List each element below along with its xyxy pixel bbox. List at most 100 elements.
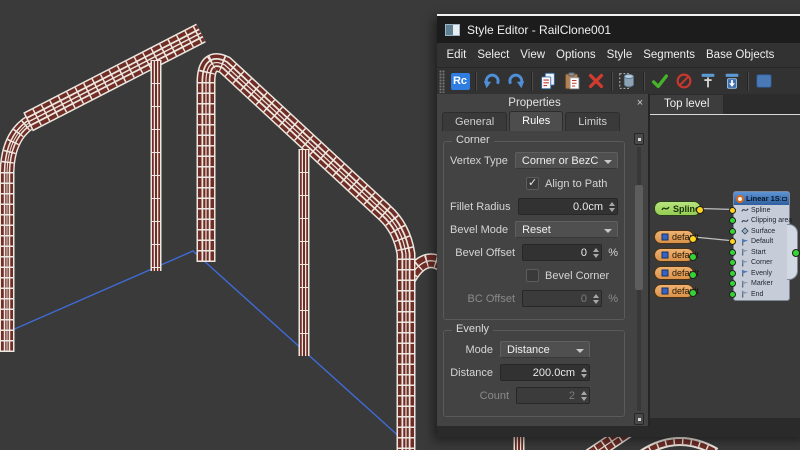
scroll-down-button[interactable] — [634, 413, 644, 425]
toolbar-grip[interactable] — [439, 70, 445, 93]
input-port[interactable] — [729, 207, 736, 214]
output-port[interactable] — [689, 253, 697, 261]
menu-options[interactable]: Options — [551, 45, 602, 65]
undo-button[interactable] — [480, 70, 504, 93]
input-row-end[interactable]: End — [734, 289, 789, 300]
menu-style[interactable]: Style — [601, 45, 638, 65]
input-row-evenly[interactable]: Evenly — [734, 268, 789, 279]
input-port[interactable] — [729, 291, 736, 298]
base-spline-path — [10, 251, 403, 440]
output-port[interactable] — [689, 235, 697, 243]
collapse-icon[interactable] — [782, 197, 787, 201]
style-editor-window: Style Editor - RailClone001 Edit Select … — [437, 14, 800, 437]
toolbar: Rc — [437, 67, 800, 94]
linear-node-header[interactable]: Linear 1S1 — [734, 192, 789, 205]
output-port[interactable] — [689, 289, 697, 297]
input-row-start[interactable]: Start — [734, 247, 789, 258]
node-linear-generator[interactable]: Linear 1S1 Spline — [733, 191, 790, 301]
bevel-mode-dropdown[interactable]: Reset — [515, 221, 618, 238]
properties-scrollbar[interactable] — [634, 133, 644, 425]
input-port[interactable] — [729, 228, 736, 235]
input-port[interactable] — [729, 259, 736, 266]
input-row-clipping-area[interactable]: Clipping area — [734, 216, 789, 227]
fillet-radius-field[interactable]: 0.0cm — [518, 198, 618, 215]
redo-button[interactable] — [504, 70, 528, 93]
menu-edit[interactable]: Edit — [441, 45, 472, 65]
close-icon[interactable]: × — [632, 97, 648, 109]
tab-limits[interactable]: Limits — [565, 112, 620, 131]
bc-offset-field: 0 — [522, 290, 602, 307]
spinner-arrows — [590, 291, 601, 306]
spinner-arrows[interactable] — [606, 199, 617, 214]
pick-object-button[interactable] — [616, 70, 640, 93]
bevel-corner-checkbox[interactable] — [526, 269, 539, 282]
input-row-surface[interactable]: Surface — [734, 226, 789, 237]
copy-button[interactable] — [536, 70, 560, 93]
input-port[interactable] — [729, 249, 736, 256]
input-row-spline[interactable]: Spline — [734, 205, 789, 216]
bevel-offset-unit: % — [602, 247, 618, 259]
wireframe-left-post — [7, 119, 36, 352]
input-port[interactable] — [729, 217, 736, 224]
input-port[interactable] — [729, 270, 736, 277]
corner-group-label: Corner — [452, 134, 494, 146]
bevel-offset-field[interactable]: 0 — [522, 244, 602, 261]
tab-top-level[interactable]: Top level — [650, 95, 723, 114]
send-to-top-button[interactable] — [696, 70, 720, 93]
input-row-marker[interactable]: Marker — [734, 279, 789, 290]
spinner-arrows — [578, 388, 589, 403]
input-row-corner[interactable]: Corner — [734, 258, 789, 269]
node-default-4[interactable]: default — [654, 284, 694, 298]
node-default-1[interactable]: default — [654, 230, 694, 244]
spinner-arrows[interactable] — [590, 245, 601, 260]
align-to-path-checkbox[interactable] — [526, 177, 539, 190]
scrollbar-thumb[interactable] — [635, 185, 643, 290]
scroll-up-button[interactable] — [634, 133, 644, 145]
input-port[interactable] — [729, 238, 736, 245]
flag-icon — [741, 269, 749, 277]
send-to-bottom-button[interactable] — [720, 70, 744, 93]
menu-view[interactable]: View — [515, 45, 551, 65]
menu-base-objects[interactable]: Base Objects — [701, 45, 780, 65]
tab-rules[interactable]: Rules — [509, 111, 563, 131]
menu-bar: Edit Select View Options Style Segments … — [437, 43, 800, 67]
bevel-mode-value: Reset — [522, 224, 551, 236]
menu-select[interactable]: Select — [472, 45, 515, 65]
evenly-group-label: Evenly — [452, 323, 493, 335]
input-label: Start — [751, 249, 766, 256]
evenly-mode-dropdown[interactable]: Distance — [500, 341, 590, 358]
segment-icon — [661, 287, 669, 295]
toolbar-separator — [611, 72, 613, 91]
evenly-distance-field[interactable]: 200.0cm — [500, 364, 590, 381]
output-port[interactable] — [696, 206, 704, 214]
evenly-mode-value: Distance — [507, 344, 550, 356]
delete-button[interactable] — [584, 70, 608, 93]
title-bar[interactable]: Style Editor - RailClone001 — [437, 16, 800, 43]
properties-header: Properties × — [437, 94, 648, 111]
validate-button[interactable] — [648, 70, 672, 93]
spinner-arrows[interactable] — [578, 365, 589, 380]
node-spline[interactable]: Spline — [654, 201, 701, 216]
paste-button[interactable] — [560, 70, 584, 93]
linear-node-output-flange[interactable] — [787, 224, 798, 280]
evenly-group: Evenly Mode Distance Distance 200.0cm — [443, 330, 625, 417]
paste-icon — [562, 71, 582, 91]
bevel-offset-label: Bevel Offset — [450, 247, 515, 259]
input-label: Spline — [751, 207, 770, 214]
output-port[interactable] — [792, 249, 800, 257]
output-port[interactable] — [689, 271, 697, 279]
window-icon — [445, 24, 460, 36]
menu-segments[interactable]: Segments — [638, 45, 701, 65]
pick-object-icon — [618, 71, 638, 91]
input-port[interactable] — [729, 280, 736, 287]
clipped-toolbar-button[interactable] — [752, 70, 776, 93]
input-row-default[interactable]: Default — [734, 237, 789, 248]
node-default-3[interactable]: default — [654, 266, 694, 280]
node-canvas[interactable]: Spline default default — [650, 115, 800, 418]
node-default-2[interactable]: default — [654, 248, 694, 262]
disable-button[interactable] — [672, 70, 696, 93]
tab-general[interactable]: General — [442, 112, 507, 131]
copy-icon — [538, 71, 558, 91]
vertex-type-dropdown[interactable]: Corner or BezC — [515, 152, 618, 169]
railclone-logo-button[interactable]: Rc — [448, 70, 472, 93]
